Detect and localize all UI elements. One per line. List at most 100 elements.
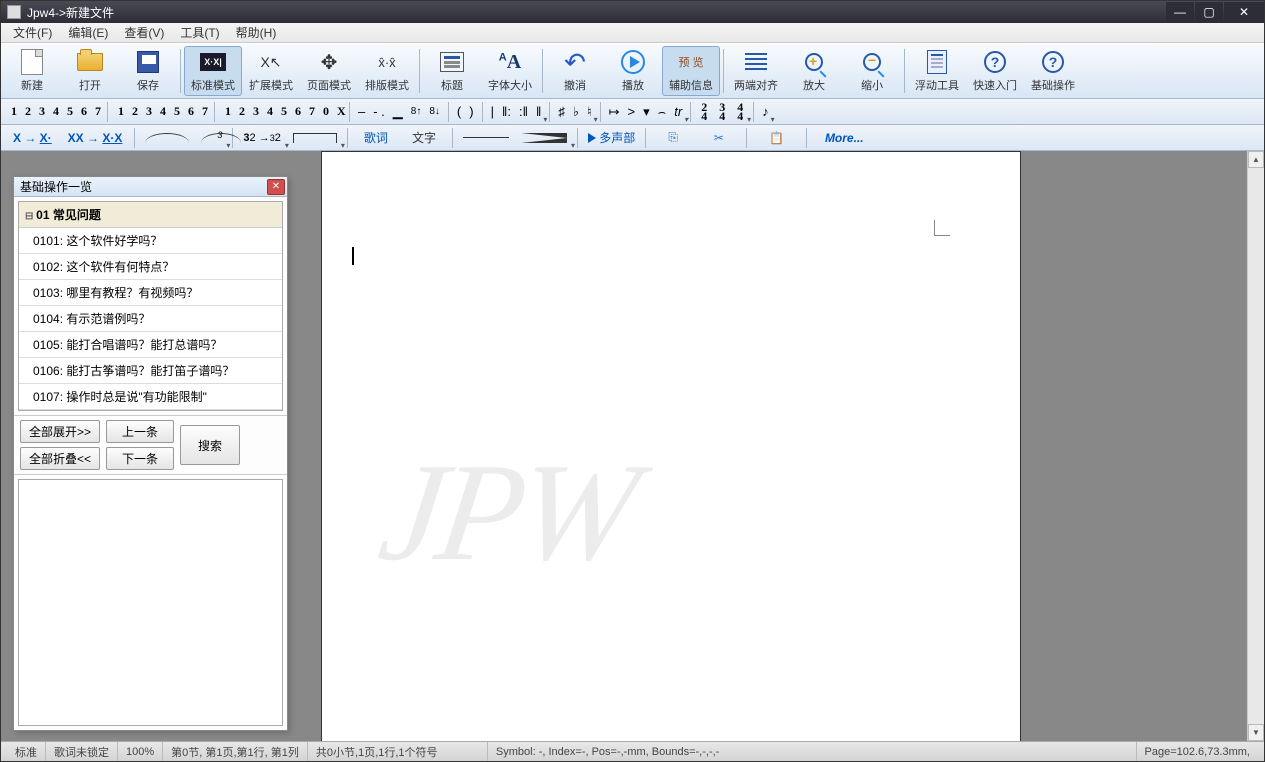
zoom-out-button[interactable]: 缩小 [843, 46, 901, 96]
paren-open-icon[interactable]: ( [453, 101, 465, 123]
note-mid-3[interactable]: 3 [140, 101, 154, 123]
panel-close-button[interactable]: ✕ [267, 179, 285, 195]
repeat-end-icon[interactable]: :‖ [515, 101, 532, 123]
x-transform-2[interactable]: XX → X·X [60, 129, 131, 147]
natural-icon[interactable]: ♮ [583, 101, 596, 123]
note-rest[interactable]: 0 [317, 101, 331, 123]
slur-icon[interactable] [139, 127, 195, 149]
quick-start-button[interactable]: ?快速入门 [966, 46, 1024, 96]
note-low-5[interactable]: 5 [61, 101, 75, 123]
underline-icon[interactable]: ▁ [389, 101, 407, 123]
note-low-2[interactable]: 2 [19, 101, 33, 123]
scroll-up-icon[interactable]: ▲ [1248, 151, 1264, 168]
note-hi-1[interactable]: 1 [219, 101, 233, 123]
note-eighth-icon[interactable]: ♪ [758, 101, 773, 123]
note-mid-5[interactable]: 5 [168, 101, 182, 123]
staccato-icon[interactable]: ▾ [639, 101, 654, 123]
note-x[interactable]: X [331, 101, 345, 123]
accent-1-icon[interactable]: ↦ [605, 101, 624, 123]
layout-mode-button[interactable]: x̂·x̂排版模式 [358, 46, 416, 96]
panel-output-area[interactable] [18, 479, 283, 726]
copy-button[interactable]: ⎘ [650, 127, 696, 149]
note-mid-2[interactable]: 2 [126, 101, 140, 123]
scroll-down-icon[interactable]: ▼ [1248, 724, 1264, 741]
save-button[interactable]: 保存 [119, 46, 177, 96]
zoom-in-button[interactable]: 放大 [785, 46, 843, 96]
sharp-icon[interactable]: ♯ [554, 101, 569, 123]
text-button[interactable]: 文字 [400, 127, 448, 148]
dot-icon[interactable]: - . [369, 101, 389, 123]
crescendo-icon[interactable] [515, 127, 573, 149]
octave-down-icon[interactable]: 8↓ [425, 101, 444, 123]
volta-icon[interactable] [287, 127, 343, 149]
undo-button[interactable]: ↶撤消 [546, 46, 604, 96]
repeat-start-icon[interactable]: ‖: [498, 101, 515, 123]
faq-item[interactable]: 0106: 能打古筝谱吗？能打笛子谱吗？ [19, 358, 282, 384]
expand-all-button[interactable]: 全部展开>> [20, 420, 100, 443]
note-low-7[interactable]: 7 [89, 101, 103, 123]
note-low-4[interactable]: 4 [47, 101, 61, 123]
panel-titlebar[interactable]: 基础操作一览 ✕ [14, 177, 287, 197]
standard-mode-button[interactable]: X·X|标准模式 [184, 46, 242, 96]
maximize-button[interactable]: ▢ [1195, 2, 1223, 22]
faq-list[interactable]: 01 常见问题 0101: 这个软件好学吗？ 0102: 这个软件有何特点？ 0… [18, 201, 283, 411]
faq-item[interactable]: 0102: 这个软件有何特点？ [19, 254, 282, 280]
prev-item-button[interactable]: 上一条 [106, 420, 174, 443]
paste-button[interactable]: 📋 [751, 127, 802, 149]
accent-2-icon[interactable]: > [624, 101, 640, 123]
note-low-6[interactable]: 6 [75, 101, 89, 123]
barline-dropdown[interactable]: ‖ [532, 101, 545, 123]
float-tool-button[interactable]: 浮动工具 [908, 46, 966, 96]
menu-edit[interactable]: 编辑(E) [60, 22, 116, 43]
trill-icon[interactable]: tr [670, 101, 686, 123]
x-transform-1[interactable]: X → X· [5, 129, 60, 147]
note-mid-1[interactable]: 1 [112, 101, 126, 123]
justify-button[interactable]: 两端对齐 [727, 46, 785, 96]
menu-file[interactable]: 文件(F) [5, 22, 60, 43]
basic-ops-button[interactable]: ?基础操作 [1024, 46, 1082, 96]
dash-icon[interactable]: – [354, 101, 369, 123]
barline-icon[interactable]: | [487, 101, 498, 123]
collapse-all-button[interactable]: 全部折叠<< [20, 447, 100, 470]
note-mid-4[interactable]: 4 [154, 101, 168, 123]
note-hi-4[interactable]: 4 [261, 101, 275, 123]
note-hi-2[interactable]: 2 [233, 101, 247, 123]
menu-view[interactable]: 查看(V) [116, 22, 172, 43]
faq-item[interactable]: 0107: 操作时总是说"有功能限制" [19, 384, 282, 410]
cut-button[interactable]: ✂ [696, 127, 742, 149]
document-page[interactable]: JPW [321, 151, 1021, 741]
faq-item[interactable]: 0101: 这个软件好学吗？ [19, 228, 282, 254]
note-hi-3[interactable]: 3 [247, 101, 261, 123]
tuplet-3-2[interactable]: 32 → 32 [237, 127, 287, 149]
close-button[interactable]: ✕ [1224, 2, 1264, 22]
next-item-button[interactable]: 下一条 [106, 447, 174, 470]
more-button[interactable]: More... [811, 129, 878, 147]
menu-tools[interactable]: 工具(T) [172, 22, 227, 43]
octave-up-icon[interactable]: 8↑ [407, 101, 426, 123]
font-size-button[interactable]: AA字体大小 [481, 46, 539, 96]
new-button[interactable]: 新建 [3, 46, 61, 96]
lyrics-button[interactable]: 歌词 [352, 127, 400, 148]
note-hi-7[interactable]: 7 [303, 101, 317, 123]
minimize-button[interactable]: — [1166, 2, 1194, 22]
faq-item[interactable]: 0103: 哪里有教程？有视频吗？ [19, 280, 282, 306]
menu-help[interactable]: 帮助(H) [228, 22, 285, 43]
note-hi-6[interactable]: 6 [289, 101, 303, 123]
time-sig-4-4[interactable]: 44 [731, 101, 749, 123]
fermata-icon[interactable]: ⌢ [654, 101, 671, 123]
time-sig-2-4[interactable]: 24 [695, 101, 713, 123]
title-button[interactable]: 标题 [423, 46, 481, 96]
extend-mode-button[interactable]: X↖扩展模式 [242, 46, 300, 96]
faq-item[interactable]: 0108: 标准版、专业版、加密狗版的区别？ [19, 410, 282, 411]
faq-item[interactable]: 0104: 有示范谱例吗？ [19, 306, 282, 332]
note-low-3[interactable]: 3 [33, 101, 47, 123]
faq-item[interactable]: 0105: 能打合唱谱吗？能打总谱吗？ [19, 332, 282, 358]
note-mid-6[interactable]: 6 [182, 101, 196, 123]
open-button[interactable]: 打开 [61, 46, 119, 96]
page-mode-button[interactable]: ✥页面模式 [300, 46, 358, 96]
vertical-scrollbar[interactable]: ▲ ▼ [1247, 151, 1264, 741]
aux-info-button[interactable]: 预 览辅助信息 [662, 46, 720, 96]
note-low-1[interactable]: 1 [5, 101, 19, 123]
time-sig-3-4[interactable]: 34 [713, 101, 731, 123]
multipart-button[interactable]: 多声部 [582, 127, 641, 149]
